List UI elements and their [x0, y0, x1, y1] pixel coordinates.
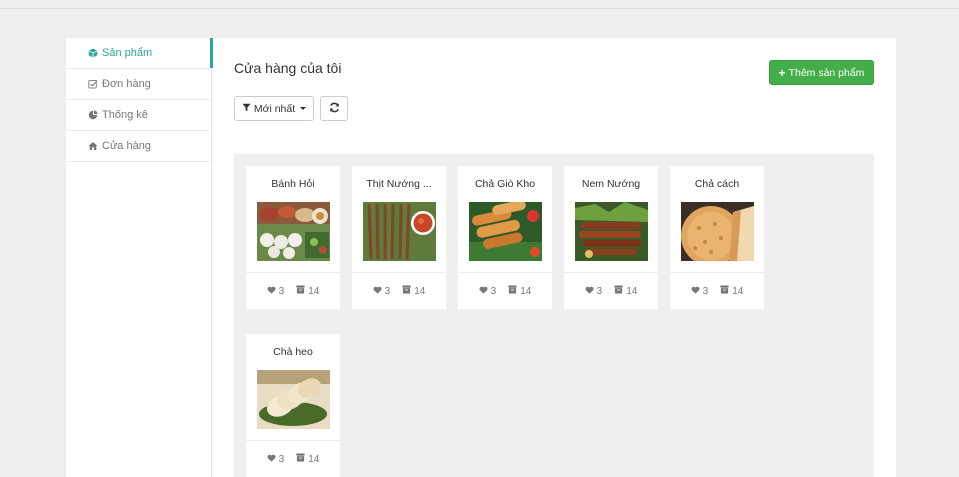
page-title: Cửa hàng của tôi: [234, 60, 342, 76]
stock-count: 14: [308, 453, 320, 465]
product-stats: 3 14: [670, 285, 764, 297]
home-icon: [87, 141, 99, 151]
card-divider: [670, 272, 764, 273]
archive-icon: [720, 285, 729, 297]
product-stats: 3 14: [246, 285, 340, 297]
sidebar-item-label: Đơn hàng: [102, 78, 151, 90]
product-name: Chả heo: [273, 346, 313, 358]
likes-count: 3: [384, 285, 391, 297]
sort-filter-dropdown[interactable]: Mới nhất: [234, 96, 314, 121]
stock-count: 14: [626, 285, 638, 297]
heart-icon: [479, 286, 488, 297]
stock-count: 14: [414, 285, 426, 297]
plus-icon: +: [778, 65, 786, 80]
sidebar-item-label: Cửa hàng: [102, 140, 151, 152]
product-image: [469, 202, 542, 261]
sort-filter-label: Mới nhất: [253, 102, 296, 115]
sidebar-item-orders[interactable]: Đơn hàng: [66, 69, 211, 100]
archive-icon: [402, 285, 411, 297]
product-stats: 3 14: [458, 285, 552, 297]
archive-icon: [614, 285, 623, 297]
add-product-button[interactable]: + Thêm sản phẩm: [769, 60, 874, 85]
heart-icon: [691, 286, 700, 297]
product-image: [575, 202, 648, 261]
product-card[interactable]: Chả heo 3 14: [246, 334, 340, 477]
product-image: [363, 202, 436, 261]
app-window: Sản phẩm Đơn hàng Thống kê Cửa hàng Cửa …: [66, 38, 896, 477]
product-card[interactable]: Nem Nướng 3 14: [564, 166, 658, 309]
heart-icon: [373, 286, 382, 297]
archive-icon: [296, 285, 305, 297]
top-divider: [0, 8, 959, 9]
pie-chart-icon: [87, 110, 99, 120]
stock-count: 14: [520, 285, 532, 297]
product-name: Chả Giò Kho: [474, 178, 536, 190]
card-divider: [246, 440, 340, 441]
sidebar-item-store[interactable]: Cửa hàng: [66, 131, 211, 162]
likes-count: 3: [278, 453, 285, 465]
product-image: [257, 370, 330, 429]
likes-count: 3: [702, 285, 709, 297]
card-divider: [458, 272, 552, 273]
product-stats: 3 14: [564, 285, 658, 297]
product-image: [257, 202, 330, 261]
product-name: Thịt Nướng ...: [366, 178, 432, 190]
heart-icon: [267, 286, 276, 297]
filter-icon: [242, 103, 251, 115]
refresh-icon: [329, 100, 340, 118]
main-content: Cửa hàng của tôi + Thêm sản phẩm Mới nhấ…: [212, 38, 896, 477]
product-card[interactable]: Chả cách 3 14: [670, 166, 764, 309]
product-name: Bánh Hỏi: [271, 178, 315, 190]
cube-icon: [87, 48, 99, 58]
add-product-label: Thêm sản phẩm: [788, 66, 865, 79]
stock-count: 14: [308, 285, 320, 297]
likes-count: 3: [490, 285, 497, 297]
sidebar: Sản phẩm Đơn hàng Thống kê Cửa hàng: [66, 38, 213, 477]
product-name: Nem Nướng: [581, 178, 641, 190]
card-divider: [564, 272, 658, 273]
product-card[interactable]: Chả Giò Kho 3 14: [458, 166, 552, 309]
product-card[interactable]: Bánh Hỏi 3 14: [246, 166, 340, 309]
caret-down-icon: [300, 107, 307, 110]
product-grid: Bánh Hỏi 3 14 Thịt Nướng ... 3 14 Chả Gi…: [234, 154, 874, 477]
archive-icon: [508, 285, 517, 297]
likes-count: 3: [278, 285, 285, 297]
heart-icon: [585, 286, 594, 297]
sidebar-item-statistics[interactable]: Thống kê: [66, 100, 211, 131]
product-stats: 3 14: [246, 453, 340, 465]
product-image: [681, 202, 754, 261]
product-card[interactable]: Thịt Nướng ... 3 14: [352, 166, 446, 309]
product-name: Chả cách: [694, 178, 740, 190]
sidebar-item-label: Sản phẩm: [102, 47, 153, 59]
card-divider: [352, 272, 446, 273]
card-divider: [246, 272, 340, 273]
checkbox-icon: [87, 79, 99, 89]
sidebar-item-label: Thống kê: [102, 109, 148, 121]
archive-icon: [296, 453, 305, 465]
heart-icon: [267, 454, 276, 465]
sidebar-item-products[interactable]: Sản phẩm: [66, 38, 213, 69]
refresh-button[interactable]: [320, 96, 348, 121]
stock-count: 14: [732, 285, 744, 297]
likes-count: 3: [596, 285, 603, 297]
product-stats: 3 14: [352, 285, 446, 297]
